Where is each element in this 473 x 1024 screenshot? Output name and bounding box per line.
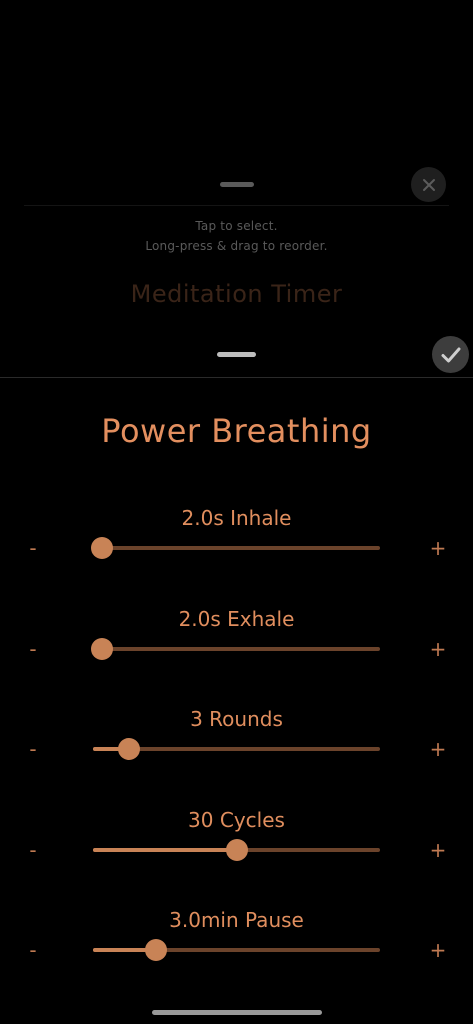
cycles-param: 30 Cycles - +	[0, 808, 473, 888]
background-grab-handle[interactable]	[220, 182, 254, 187]
inhale-decrement-button[interactable]: -	[23, 538, 43, 558]
pause-label: 3.0min Pause	[169, 908, 304, 932]
inhale-slider-thumb[interactable]	[90, 537, 113, 559]
cycles-label: 30 Cycles	[188, 808, 285, 832]
rounds-slider-thumb[interactable]	[117, 738, 140, 760]
cycles-slider-thumb[interactable]	[225, 839, 248, 861]
inhale-label: 2.0s Inhale	[181, 506, 292, 530]
pause-slider-thumb[interactable]	[145, 939, 168, 961]
pause-increment-button[interactable]: +	[428, 940, 448, 960]
exhale-slider[interactable]	[90, 638, 380, 660]
cycles-increment-button[interactable]: +	[428, 840, 448, 860]
exhale-decrement-button[interactable]: -	[23, 639, 43, 659]
cycles-slider-fill	[93, 848, 237, 852]
inhale-increment-button[interactable]: +	[428, 538, 448, 558]
pause-decrement-button[interactable]: -	[23, 940, 43, 960]
rounds-param: 3 Rounds - +	[0, 707, 473, 787]
hint-long-press: Long-press & drag to reorder.	[145, 239, 328, 253]
exhale-param: 2.0s Exhale - +	[0, 607, 473, 687]
rounds-increment-button[interactable]: +	[428, 739, 448, 759]
front-grab-handle[interactable]	[217, 352, 256, 357]
rounds-decrement-button[interactable]: -	[23, 739, 43, 759]
background-title[interactable]: Meditation Timer	[0, 280, 473, 308]
cycles-decrement-button[interactable]: -	[23, 840, 43, 860]
pause-slider[interactable]	[93, 939, 380, 961]
rounds-label: 3 Rounds	[190, 707, 283, 731]
exhale-label: 2.0s Exhale	[178, 607, 295, 631]
rounds-slider[interactable]	[93, 738, 380, 760]
pause-param: 3.0min Pause - +	[0, 908, 473, 988]
close-button[interactable]	[411, 167, 446, 202]
background-sheet: Tap to select. Long-press & drag to reor…	[0, 0, 473, 378]
hint-tap-to-select: Tap to select.	[195, 219, 278, 233]
inhale-param: 2.0s Inhale - +	[0, 506, 473, 586]
exhale-slider-thumb[interactable]	[90, 638, 113, 660]
preset-title: Power Breathing	[101, 412, 372, 450]
background-divider	[24, 205, 449, 206]
confirm-button[interactable]	[432, 336, 469, 373]
home-indicator[interactable]	[152, 1010, 322, 1015]
checkmark-icon	[441, 347, 460, 362]
front-sheet-divider	[0, 377, 473, 378]
cycles-slider[interactable]	[93, 839, 380, 861]
exhale-increment-button[interactable]: +	[428, 639, 448, 659]
close-icon	[422, 178, 435, 191]
inhale-slider[interactable]	[90, 537, 380, 559]
